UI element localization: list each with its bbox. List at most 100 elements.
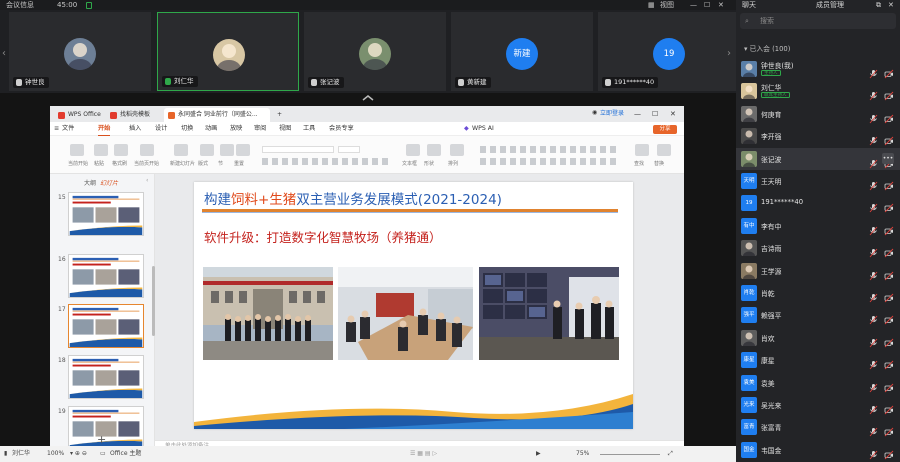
strip-prev-icon[interactable]: ‹ [2, 48, 6, 59]
mic-muted-icon[interactable] [869, 198, 878, 213]
camera-off-icon[interactable] [884, 400, 894, 415]
camera-off-icon[interactable] [884, 355, 894, 370]
mic-muted-icon[interactable] [869, 176, 878, 191]
ribbon-button[interactable] [427, 144, 441, 156]
view-mode-icons[interactable]: ☰ ▦ ▤ ▷ [410, 446, 437, 462]
share-button[interactable]: 分享 [653, 125, 677, 134]
mic-muted-icon[interactable] [869, 422, 878, 437]
mic-icon[interactable]: ▮ [4, 446, 7, 462]
camera-off-icon[interactable] [884, 422, 894, 437]
slide-thumbnail[interactable] [68, 355, 144, 399]
zoom-control-icon[interactable]: ▾ ⊕ ⊖ [70, 446, 87, 462]
camera-off-icon[interactable] [884, 221, 894, 236]
participant-tile[interactable]: 刘仁华 [157, 12, 299, 91]
menu-item[interactable]: WPS AI [472, 122, 494, 136]
window-minimize-icon[interactable]: — [634, 106, 641, 122]
camera-off-icon[interactable] [884, 64, 894, 79]
slide-thumbnail-row[interactable]: 18 [50, 355, 155, 403]
mic-muted-icon[interactable] [869, 400, 878, 415]
member-row[interactable]: 张记波 ••• [736, 147, 900, 170]
member-row[interactable]: 天明 王天明 [736, 170, 900, 192]
ribbon-button[interactable] [220, 144, 234, 156]
camera-off-icon[interactable] [884, 176, 894, 191]
ribbon-button[interactable] [70, 144, 84, 156]
member-search-input[interactable]: 搜索 [740, 13, 896, 29]
camera-off-icon[interactable] [884, 445, 894, 460]
mic-muted-icon[interactable] [869, 333, 878, 348]
menu-item[interactable]: 设计 [155, 122, 167, 136]
member-row[interactable]: 国金 韦国金 [736, 439, 900, 461]
mic-muted-icon[interactable] [869, 445, 878, 460]
menu-item[interactable]: 动画 [205, 122, 217, 136]
camera-off-icon[interactable] [884, 333, 894, 348]
member-row[interactable]: 有中 李有中 [736, 215, 900, 237]
slides-tab[interactable]: 幻灯片 [100, 178, 118, 187]
mic-muted-icon[interactable] [869, 86, 878, 101]
member-row[interactable]: 钟世良(我) 主持人 [736, 58, 900, 80]
paragraph-format-row[interactable] [480, 146, 620, 153]
menu-item[interactable]: 开始 [98, 122, 111, 136]
menu-item[interactable]: 审阅 [254, 122, 266, 136]
fit-window-icon[interactable]: ⤢ [668, 446, 673, 462]
mic-muted-icon[interactable] [869, 154, 878, 168]
tab-members[interactable]: 成员管理 [816, 0, 844, 10]
tab-templates[interactable]: 找稻壳模板 [106, 108, 150, 122]
member-row[interactable]: 富青 张富青 [736, 416, 900, 438]
login-link[interactable]: 立即登录 [600, 106, 624, 122]
ribbon-button[interactable] [140, 144, 154, 156]
camera-off-icon[interactable] [884, 288, 894, 303]
ribbon-button[interactable] [114, 144, 128, 156]
slide-thumbnail-row[interactable]: 17 [50, 304, 155, 352]
slide-thumbnail-row[interactable]: 16 [50, 254, 155, 302]
menu-item[interactable]: 工具 [303, 122, 315, 136]
add-slide-button[interactable]: + [97, 433, 106, 446]
outline-tab[interactable]: 大纲 [84, 178, 96, 187]
ribbon-button[interactable] [635, 144, 649, 156]
member-row[interactable]: 强平 赖强平 [736, 304, 900, 326]
member-row[interactable]: 肖乾 肖乾 [736, 282, 900, 304]
mic-muted-icon[interactable] [869, 288, 878, 303]
close-icon[interactable]: ✕ [718, 0, 724, 10]
menu-item[interactable]: 放映 [230, 122, 242, 136]
ribbon-button[interactable] [450, 144, 464, 156]
participant-tile[interactable]: 张记波 [304, 12, 446, 91]
popout-icon[interactable]: ⧉ [876, 0, 881, 10]
maximize-icon[interactable]: ☐ [704, 0, 710, 10]
member-row[interactable]: 肖欢 [736, 327, 900, 349]
menu-item[interactable]: 切换 [181, 122, 193, 136]
member-row[interactable]: 吉诗雨 [736, 237, 900, 259]
mic-muted-icon[interactable] [869, 355, 878, 370]
menu-file[interactable]: 文件 [62, 122, 74, 136]
member-row[interactable]: 李开强 [736, 125, 900, 147]
camera-off-icon[interactable] [884, 109, 894, 124]
camera-off-icon[interactable] [884, 378, 894, 392]
mic-muted-icon[interactable] [869, 378, 878, 392]
ribbon-button[interactable] [657, 144, 671, 156]
participant-tile[interactable]: 19 191******40 [598, 12, 740, 91]
zoom-slider[interactable] [600, 454, 660, 455]
member-row[interactable]: 袁美 袁美 [736, 372, 900, 394]
camera-off-icon[interactable] [884, 86, 894, 101]
window-maximize-icon[interactable]: ☐ [652, 106, 658, 122]
camera-off-icon[interactable] [884, 131, 894, 146]
meeting-info-link[interactable]: 会议信息 [6, 0, 34, 10]
camera-off-icon[interactable] [884, 310, 894, 325]
mic-muted-icon[interactable] [869, 243, 878, 258]
mic-muted-icon[interactable] [869, 266, 878, 280]
mic-muted-icon[interactable] [869, 64, 878, 79]
current-slide[interactable]: 构建饲料+生猪双主营业务发展模式(2021-2024) 软件升级：打造数字化智慧… [194, 182, 633, 429]
login-avatar-icon[interactable]: ◉ [592, 109, 597, 116]
play-icon[interactable]: ▶ [536, 446, 541, 462]
more-options-icon[interactable]: ••• [882, 152, 894, 164]
font-name-select[interactable] [262, 146, 334, 153]
camera-off-icon[interactable] [884, 266, 894, 280]
camera-off-icon[interactable] [884, 198, 894, 213]
member-row[interactable]: 光来 吴光来 [736, 394, 900, 416]
member-row[interactable]: 刘仁华 联席主持人 [736, 80, 900, 102]
member-row[interactable]: 康星 康星 [736, 349, 900, 371]
font-size-select[interactable] [338, 146, 360, 153]
zoom-percent[interactable]: 75% [576, 446, 589, 462]
slide-thumbnail[interactable] [68, 304, 144, 348]
minimize-icon[interactable]: — [690, 0, 697, 10]
new-tab-button[interactable]: + [273, 108, 282, 122]
